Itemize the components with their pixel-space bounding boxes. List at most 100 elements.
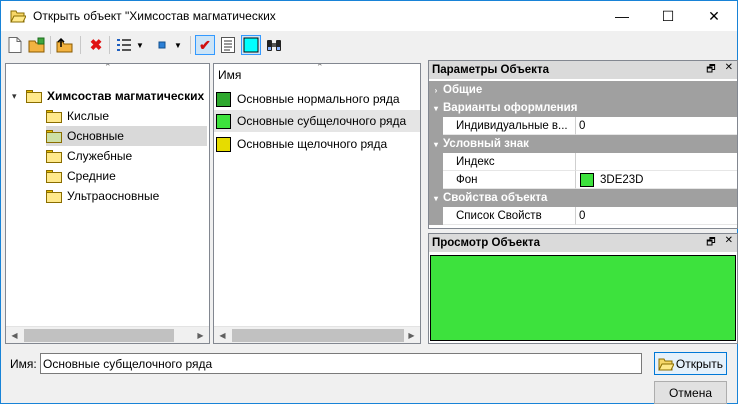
preview-toggle-button[interactable]	[241, 35, 261, 55]
tree-item[interactable]: Средние	[46, 166, 207, 186]
new-folder-button[interactable]	[27, 35, 47, 55]
close-icon[interactable]: ✕	[725, 62, 733, 79]
scrollbar-thumb[interactable]	[232, 329, 404, 342]
delete-icon: ✖	[89, 37, 103, 54]
minimize-button[interactable]: —	[599, 1, 645, 31]
scrollbar-thumb[interactable]	[24, 329, 174, 342]
item-style-button[interactable]	[152, 35, 172, 55]
open-folder-icon	[658, 358, 674, 370]
expanded-arrow-icon: ▾	[433, 139, 438, 149]
pin-icon[interactable]: 🗗	[706, 235, 715, 252]
folder-icon	[26, 89, 42, 103]
color-swatch	[216, 113, 231, 129]
color-hex-value: 3DE23D	[600, 173, 644, 186]
open-folder-icon	[10, 9, 27, 23]
category-object-properties[interactable]: ▾ Свойства объекта	[429, 189, 737, 207]
list-horizontal-scrollbar[interactable]: ◀ ▶	[214, 326, 420, 343]
delete-button[interactable]: ✖	[86, 35, 106, 55]
properties-icon	[221, 37, 235, 53]
view-dropdown-icon: ▼	[136, 40, 144, 50]
view-mode-dropdown[interactable]: ▼	[134, 35, 146, 55]
property-value[interactable]: 0	[576, 207, 737, 225]
list-item[interactable]: Основные нормального ряда	[214, 88, 420, 110]
move-up-button[interactable]	[55, 35, 75, 55]
tree-root-item[interactable]: ▾ Химсостав магматических	[12, 86, 204, 106]
new-document-button[interactable]	[5, 35, 25, 55]
close-button[interactable]: ✕	[691, 1, 737, 31]
view-list-icon	[117, 39, 131, 51]
preview-pane-title: Просмотр Объекта	[432, 237, 540, 249]
new-document-icon	[8, 37, 22, 53]
tree-item[interactable]: Служебные	[46, 146, 207, 166]
object-list[interactable]: ⌃ Имя Основные нормального ряда Основные…	[213, 63, 421, 344]
collapsed-arrow-icon: ›	[434, 85, 438, 95]
category-label: Общие	[443, 84, 483, 96]
scroll-left-icon[interactable]: ◀	[6, 327, 23, 343]
view-mode-button[interactable]	[114, 35, 134, 55]
search-binoculars-icon	[267, 40, 281, 51]
close-icon[interactable]: ✕	[725, 235, 733, 252]
folder-icon	[46, 129, 62, 143]
minimize-icon: —	[615, 8, 629, 24]
tree-item[interactable]: Ультраосновные	[46, 186, 207, 206]
cancel-button[interactable]: Отмена	[654, 381, 727, 404]
property-row[interactable]: Список Свойств 0	[429, 207, 737, 225]
preview-pane-header: Просмотр Объекта 🗗 ✕	[429, 234, 737, 252]
sort-arrow-icon: ⌃	[316, 63, 324, 72]
tree-horizontal-scrollbar[interactable]: ◀ ▶	[6, 326, 209, 343]
property-value[interactable]	[576, 153, 737, 171]
open-button[interactable]: Открыть	[654, 352, 727, 375]
tree-item-selected[interactable]: Основные	[46, 126, 207, 146]
toolbar-separator	[50, 36, 51, 54]
property-value[interactable]: 0	[576, 117, 737, 135]
category-label: Условный знак	[443, 138, 529, 150]
name-input[interactable]	[40, 353, 642, 374]
category-label: Свойства объекта	[443, 192, 548, 204]
maximize-button[interactable]: ☐	[645, 1, 691, 31]
list-item[interactable]: Основные щелочного ряда	[214, 133, 420, 155]
scroll-left-icon[interactable]: ◀	[214, 327, 231, 343]
list-item-label: Основные субщелочного ряда	[237, 114, 407, 128]
tree-root-label: Химсостав магматических	[47, 89, 205, 103]
item-style-icon	[158, 41, 166, 49]
folder-icon	[46, 109, 62, 123]
property-name: Индивидуальные в...	[443, 117, 576, 135]
scroll-right-icon[interactable]: ▶	[403, 327, 420, 343]
list-item-selected[interactable]: Основные субщелочного ряда	[214, 110, 420, 132]
list-item-label: Основные нормального ряда	[237, 92, 400, 106]
property-name: Фон	[443, 171, 576, 189]
search-button[interactable]	[264, 35, 284, 55]
property-value-color[interactable]: 3DE23D	[576, 171, 737, 189]
check-toggle-button[interactable]: ✔	[195, 35, 215, 55]
properties-pane-title: Параметры Объекта	[432, 64, 549, 76]
tree-item[interactable]: Кислые	[46, 106, 207, 126]
maximize-icon: ☐	[661, 7, 675, 24]
close-icon: ✕	[708, 7, 720, 24]
category-design[interactable]: ▾ Варианты оформления	[429, 99, 737, 117]
property-row[interactable]: Индекс	[429, 153, 737, 171]
scroll-right-icon[interactable]: ▶	[192, 327, 209, 343]
expand-arrow-icon[interactable]: ▾	[12, 91, 22, 102]
item-style-dropdown[interactable]: ▼	[172, 35, 184, 55]
category-general[interactable]: › Общие	[429, 81, 737, 99]
folder-tree[interactable]: ⌃ ▾ Химсостав магматических Кислые Основ…	[5, 63, 210, 344]
color-swatch	[216, 91, 231, 107]
open-folder-icon	[28, 37, 45, 53]
properties-button[interactable]	[218, 35, 238, 55]
folder-icon	[46, 189, 62, 203]
expanded-arrow-icon: ▾	[433, 103, 438, 113]
tree-item-label: Кислые	[67, 109, 109, 123]
check-icon: ✔	[199, 36, 211, 53]
folder-icon	[46, 169, 62, 183]
toolbar: ✖ ▼ ▼ ✔	[1, 32, 737, 58]
sort-arrow-icon: ⌃	[104, 63, 112, 72]
property-row[interactable]: Индивидуальные в... 0	[429, 117, 737, 135]
category-symbol[interactable]: ▾ Условный знак	[429, 135, 737, 153]
pin-icon[interactable]: 🗗	[706, 62, 715, 79]
property-name: Список Свойств	[443, 207, 576, 225]
color-swatch	[580, 172, 594, 187]
category-label: Варианты оформления	[443, 102, 578, 114]
property-row[interactable]: Фон 3DE23D	[429, 171, 737, 189]
object-preview-pane: Просмотр Объекта 🗗 ✕	[428, 233, 738, 344]
column-header-name[interactable]: Имя	[218, 68, 241, 82]
